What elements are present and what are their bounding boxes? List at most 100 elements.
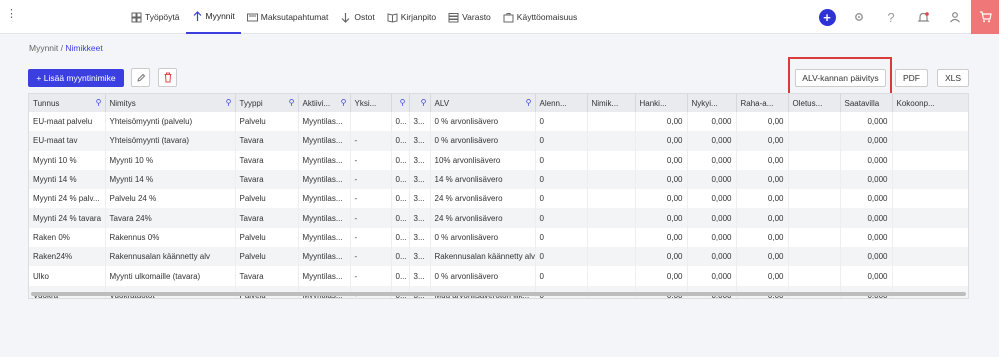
table-cell: 0,00	[736, 150, 789, 170]
add-sales-item-button[interactable]: + Lisää myyntinimike	[28, 69, 124, 87]
add-new-button[interactable]: +	[811, 0, 843, 34]
cart-button[interactable]	[971, 0, 999, 34]
table-cell: 0,00	[736, 208, 789, 228]
column-search-icon[interactable]: ⚲	[341, 98, 347, 107]
column-header[interactable]: Aktiivi... ⚲	[298, 94, 351, 112]
edit-button[interactable]	[131, 68, 150, 87]
table-cell: 0,000	[840, 266, 893, 286]
table-cell: Palvelu 24 %	[105, 189, 236, 209]
nav-item-varasto[interactable]: Varasto	[442, 0, 497, 34]
table-row[interactable]: EU-maat palvelu Yhteisömyynti (palvelu) Pa…	[29, 112, 968, 132]
table-cell: 0	[535, 227, 588, 248]
items-table: Tunnus ⚲ Nimitys ⚲ Tyyppi ⚲ Aktiivi... ⚲ Yksi...…	[29, 94, 968, 298]
delete-button[interactable]	[158, 68, 177, 87]
breadcrumb-current: Nimikkeet	[65, 43, 103, 53]
column-search-icon[interactable]: ⚲	[289, 98, 295, 107]
settings-button[interactable]	[843, 0, 875, 34]
nav-item-kirjanpito[interactable]: Kirjanpito	[381, 0, 442, 34]
table-cell: Rakennusalan käännetty alv	[105, 247, 236, 267]
table-cell	[587, 150, 636, 170]
nav-item-työpöytä[interactable]: Työpöytä	[125, 0, 186, 34]
breadcrumb-parent[interactable]: Myynnit	[29, 43, 58, 53]
table-row[interactable]: Myynti 10 % Myynti 10 % Tavara Myyntilas...…	[29, 150, 968, 170]
table-row[interactable]: Ulko Myynti ulkomaille (tavara) Tavara Myyn…	[29, 266, 968, 286]
column-header-label: Nimitys	[109, 98, 136, 108]
table-cell	[892, 266, 968, 286]
dashboard-icon	[131, 12, 142, 23]
table-row[interactable]: Raken 0% Rakennus 0% Palvelu Myyntilas... -0…	[29, 227, 968, 248]
table-cell: 0 % arvonlisävero	[430, 131, 536, 151]
nav-item-ostot[interactable]: Ostot	[334, 0, 380, 34]
table-row[interactable]: Myynti 14 % Myynti 14 % Tavara Myyntilas...…	[29, 169, 968, 190]
nav-item-myynnit[interactable]: Myynnit	[185, 0, 241, 34]
table-cell: Tavara	[235, 169, 299, 190]
table-cell: 0,00	[736, 266, 789, 286]
table-cell: 0,000	[687, 150, 737, 170]
column-header[interactable]: Oletus...	[788, 94, 841, 112]
table-cell: Raken 0%	[29, 227, 106, 248]
user-button[interactable]	[939, 0, 971, 34]
nav-item-maksutapahtumat[interactable]: Maksutapahtumat	[241, 0, 335, 34]
column-header[interactable]: Kokoonp...	[892, 94, 968, 112]
table-cell: Myynti ulkomaille (tavara)	[105, 266, 236, 286]
table-cell: 0...	[391, 208, 410, 228]
table-cell: Palvelu	[235, 227, 299, 248]
horizontal-scrollbar[interactable]	[31, 292, 966, 296]
table-cell	[892, 131, 968, 151]
column-header[interactable]: Yksi...	[350, 94, 392, 112]
column-header[interactable]: Nimik...	[587, 94, 636, 112]
column-search-icon[interactable]: ⚲	[421, 98, 427, 107]
table-row[interactable]: Raken24% Rakennusalan käännetty alv Palvel…	[29, 247, 968, 267]
table-row[interactable]: EU-maat tav Yhteisömyynti (tavara) Tavara M…	[29, 131, 968, 151]
column-header[interactable]: Hanki...	[635, 94, 688, 112]
trash-icon	[164, 72, 171, 83]
table-cell	[788, 208, 841, 228]
column-search-icon[interactable]: ⚲	[96, 98, 102, 107]
table-cell: -	[350, 169, 392, 190]
table-cell: 0,00	[635, 150, 688, 170]
column-search-icon[interactable]: ⚲	[400, 98, 406, 107]
help-button[interactable]: ?	[875, 0, 907, 34]
column-search-icon[interactable]: ⚲	[226, 98, 232, 107]
table-cell: Raken24%	[29, 247, 106, 267]
column-header[interactable]: ⚲	[391, 94, 410, 112]
column-header-label: Saatavilla	[844, 98, 880, 108]
pdf-button[interactable]: PDF	[895, 69, 928, 87]
table-cell: -	[350, 227, 392, 248]
column-header[interactable]: Saatavilla	[840, 94, 893, 112]
gear-icon	[855, 13, 863, 21]
table-cell: Tavara	[235, 266, 299, 286]
column-header[interactable]: ALV ⚲	[430, 94, 536, 112]
table-cell: Myynti 14 %	[105, 169, 236, 190]
table-cell	[788, 266, 841, 286]
column-header[interactable]: Tyyppi ⚲	[235, 94, 299, 112]
table-cell: 0...	[391, 150, 410, 170]
column-search-icon[interactable]: ⚲	[526, 98, 532, 107]
table-cell: 0,00	[635, 247, 688, 267]
plus-icon: +	[818, 8, 836, 26]
table-row[interactable]: Myynti 24 % palv... Palvelu 24 % Palvelu My…	[29, 189, 968, 209]
column-header[interactable]: Tunnus ⚲	[29, 94, 106, 112]
column-header[interactable]: ⚲	[409, 94, 431, 112]
table-cell: 0,000	[687, 227, 737, 248]
notifications-button[interactable]	[907, 0, 939, 34]
table-cell	[587, 208, 636, 228]
column-header[interactable]: Raha-a...	[736, 94, 789, 112]
nav-item-käyttöomaisuus[interactable]: Käyttöomaisuus	[497, 0, 583, 34]
table-cell: 0,000	[840, 150, 893, 170]
table-cell: Myyntilas...	[298, 266, 351, 286]
table-cell: -	[350, 247, 392, 267]
table-cell: 0	[535, 150, 588, 170]
table-row[interactable]: Myynti 24 % tavara Tavara 24% Tavara Myynti…	[29, 208, 968, 228]
table-cell: 0...	[391, 112, 410, 132]
kebab-menu-icon[interactable]: ⋮	[6, 9, 17, 20]
table-cell	[788, 189, 841, 209]
table-cell: 0,00	[736, 189, 789, 209]
column-header[interactable]: Nimitys ⚲	[105, 94, 236, 112]
column-header-label: Hanki...	[639, 98, 667, 108]
items-grid: Tunnus ⚲ Nimitys ⚲ Tyyppi ⚲ Aktiivi... ⚲ Yksi...…	[28, 93, 969, 299]
xls-button[interactable]: XLS	[937, 69, 969, 87]
table-cell: Tavara	[235, 150, 299, 170]
column-header[interactable]: Alenn...	[535, 94, 588, 112]
column-header[interactable]: Nykyi...	[687, 94, 737, 112]
